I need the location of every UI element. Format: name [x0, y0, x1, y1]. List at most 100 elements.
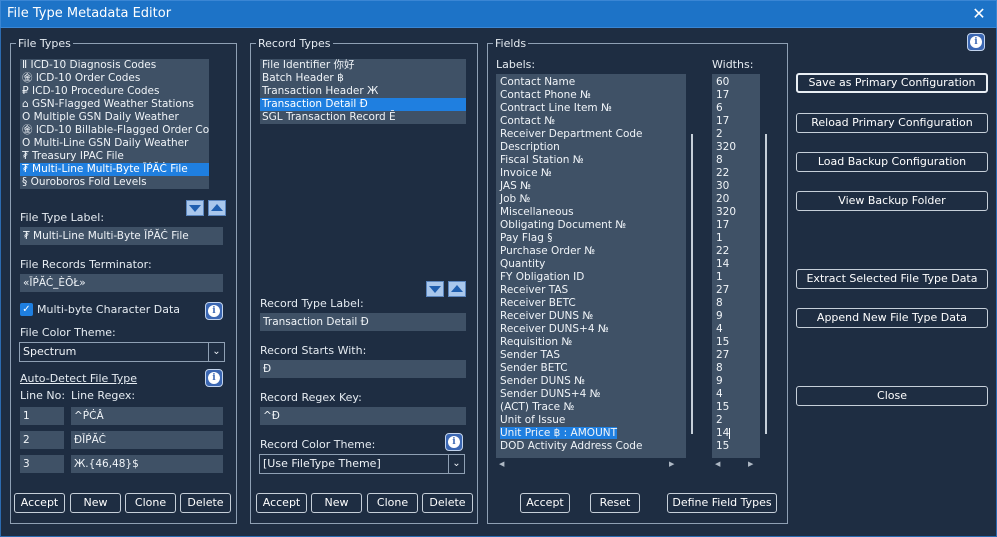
field-labels-hscrollbar[interactable]: ◀ ▶: [496, 458, 703, 470]
field-width-item[interactable]: 15: [712, 336, 760, 349]
field-label-item[interactable]: Receiver Department Code: [496, 128, 686, 141]
field-labels-list[interactable]: Contact Name Contact Phone № Contract Line…: [496, 74, 686, 458]
record-type-new-button[interactable]: New: [311, 493, 362, 513]
field-label-item[interactable]: Receiver DUNS №: [496, 310, 686, 323]
record-color-theme-select[interactable]: [Use FileType Theme] ⌄: [259, 454, 465, 474]
auto-line-no-1[interactable]: 1: [20, 407, 64, 425]
field-label-item[interactable]: Fiscal Station №: [496, 154, 686, 167]
field-label-item[interactable]: Miscellaneous: [496, 206, 686, 219]
field-labels-scrollbar[interactable]: [686, 74, 703, 458]
field-widths-hscrollbar[interactable]: ◀ ▶: [712, 458, 777, 470]
reload-primary-button[interactable]: Reload Primary Configuration: [796, 113, 988, 133]
field-label-item[interactable]: Quantity: [496, 258, 686, 271]
field-label-item[interactable]: Sender DUNS №: [496, 375, 686, 388]
field-width-item[interactable]: 2: [712, 128, 760, 141]
field-label-item[interactable]: DOD Activity Address Code: [496, 440, 686, 453]
record-types-list[interactable]: File Identifier 你好 Batch Header ฿ Transact…: [260, 59, 466, 124]
file-type-delete-button[interactable]: Delete: [180, 493, 231, 513]
field-width-item[interactable]: 17: [712, 115, 760, 128]
auto-line-regex-3[interactable]: Ж.{46,48}$: [71, 455, 223, 473]
view-backup-folder-button[interactable]: View Backup Folder: [796, 191, 988, 211]
move-down-icon[interactable]: [186, 200, 204, 216]
record-type-label-field[interactable]: Transaction Detail Đ: [260, 313, 466, 331]
field-width-item[interactable]: 15: [712, 401, 760, 414]
field-width-item[interactable]: 8: [712, 154, 760, 167]
field-widths-list[interactable]: 60 17 6 17 2 320 8 22 30 20 320 17 1 22 14 1 27 8 9 4 15 27 8 9…: [712, 74, 760, 458]
field-label-item[interactable]: Sender DUNS+4 №: [496, 388, 686, 401]
field-width-item[interactable]: 8: [712, 362, 760, 375]
file-types-list[interactable]: Ⅱ ICD-10 Diagnosis Codes ㊎ ICD-10 Order C…: [20, 59, 209, 189]
field-label-item[interactable]: JAS №: [496, 180, 686, 193]
list-item[interactable]: ₽ ICD-10 Procedure Codes: [20, 85, 209, 98]
field-width-item[interactable]: 20: [712, 193, 760, 206]
append-data-button[interactable]: Append New File Type Data: [796, 308, 988, 328]
field-width-item[interactable]: 17: [712, 89, 760, 102]
record-type-delete-button[interactable]: Delete: [422, 493, 473, 513]
load-backup-button[interactable]: Load Backup Configuration: [796, 152, 988, 172]
info-icon[interactable]: i: [445, 433, 463, 451]
file-color-theme-select[interactable]: Spectrum ⌄: [19, 342, 225, 362]
list-item[interactable]: ⌂ GSN-Flagged Weather Stations: [20, 98, 209, 111]
file-type-clone-button[interactable]: Clone: [125, 493, 176, 513]
field-width-item[interactable]: 1: [712, 271, 760, 284]
auto-line-regex-1[interactable]: ^ṔĊÂ: [71, 407, 223, 425]
field-label-item[interactable]: Purchase Order №: [496, 245, 686, 258]
field-width-item[interactable]: 30: [712, 180, 760, 193]
record-type-clone-button[interactable]: Clone: [367, 493, 418, 513]
extract-data-button[interactable]: Extract Selected File Type Data: [796, 269, 988, 289]
list-item[interactable]: ㊎ ICD-10 Order Codes: [20, 72, 209, 85]
field-label-item[interactable]: Contact Name: [496, 76, 686, 89]
terminator-field[interactable]: «ĪṔĂĊ_ÈŌŁ»: [20, 274, 223, 292]
field-label-item[interactable]: Receiver BETC: [496, 297, 686, 310]
field-width-item[interactable]: 27: [712, 284, 760, 297]
field-label-item[interactable]: Invoice №: [496, 167, 686, 180]
list-item[interactable]: File Identifier 你好: [260, 59, 466, 72]
field-width-item[interactable]: 15: [712, 440, 760, 453]
list-item[interactable]: Transaction Detail Đ: [260, 98, 466, 111]
auto-detect-caption[interactable]: Auto-Detect File Type: [20, 372, 137, 385]
close-button[interactable]: Close: [796, 386, 988, 406]
record-type-accept-button[interactable]: Accept: [256, 493, 307, 513]
list-item[interactable]: Ο Multiple GSN Daily Weather: [20, 111, 209, 124]
field-label-item[interactable]: Unit of Issue: [496, 414, 686, 427]
field-width-item[interactable]: 14: [712, 258, 760, 271]
record-starts-field[interactable]: Đ: [260, 360, 466, 378]
move-down-icon[interactable]: [426, 281, 444, 297]
field-label-item[interactable]: Description: [496, 141, 686, 154]
field-width-item[interactable]: 320: [712, 206, 760, 219]
move-up-icon[interactable]: [448, 281, 466, 297]
field-width-item[interactable]: 27: [712, 349, 760, 362]
info-icon[interactable]: i: [967, 33, 985, 51]
field-label-item[interactable]: Contact №: [496, 115, 686, 128]
field-label-item[interactable]: Receiver DUNS+4 №: [496, 323, 686, 336]
field-label-item[interactable]: Sender TAS: [496, 349, 686, 362]
field-width-item[interactable]: 8: [712, 297, 760, 310]
save-primary-button[interactable]: Save as Primary Configuration: [796, 73, 988, 93]
field-label-item[interactable]: Contract Line Item №: [496, 102, 686, 115]
file-type-accept-button[interactable]: Accept: [14, 493, 65, 513]
list-item[interactable]: ₮ Multi-Line Multi-Byte ĪṔĂĊ File: [20, 163, 209, 176]
field-label-item[interactable]: Obligating Document №: [496, 219, 686, 232]
file-type-label-field[interactable]: ₮ Multi-Line Multi-Byte ĪṔĂĊ File: [20, 227, 223, 245]
field-width-item[interactable]: 1: [712, 232, 760, 245]
auto-line-regex-2[interactable]: ĐĪṔĂĊ: [71, 431, 223, 449]
field-width-item[interactable]: 22: [712, 167, 760, 180]
field-width-item[interactable]: 17: [712, 219, 760, 232]
auto-line-no-3[interactable]: 3: [20, 455, 64, 473]
fields-accept-button[interactable]: Accept: [520, 493, 570, 513]
info-icon[interactable]: i: [205, 369, 223, 387]
field-width-item[interactable]: 60: [712, 76, 760, 89]
field-width-item[interactable]: 4: [712, 323, 760, 336]
close-icon[interactable]: ✕: [968, 3, 990, 25]
list-item[interactable]: ㊎ ICD-10 Billable-Flagged Order Codes: [20, 124, 209, 137]
field-width-item[interactable]: 9: [712, 375, 760, 388]
scrollbar-thumb[interactable]: [765, 134, 767, 434]
multibyte-checkbox[interactable]: ✓: [20, 303, 33, 316]
list-item[interactable]: Transaction Header Ж: [260, 85, 466, 98]
fields-reset-button[interactable]: Reset: [590, 493, 640, 513]
field-width-item[interactable]: 2: [712, 414, 760, 427]
field-width-item[interactable]: 22: [712, 245, 760, 258]
field-width-item[interactable]: 4: [712, 388, 760, 401]
list-item[interactable]: SGL Transaction Record Ē: [260, 111, 466, 124]
list-item[interactable]: Ο Multi-Line GSN Daily Weather: [20, 137, 209, 150]
